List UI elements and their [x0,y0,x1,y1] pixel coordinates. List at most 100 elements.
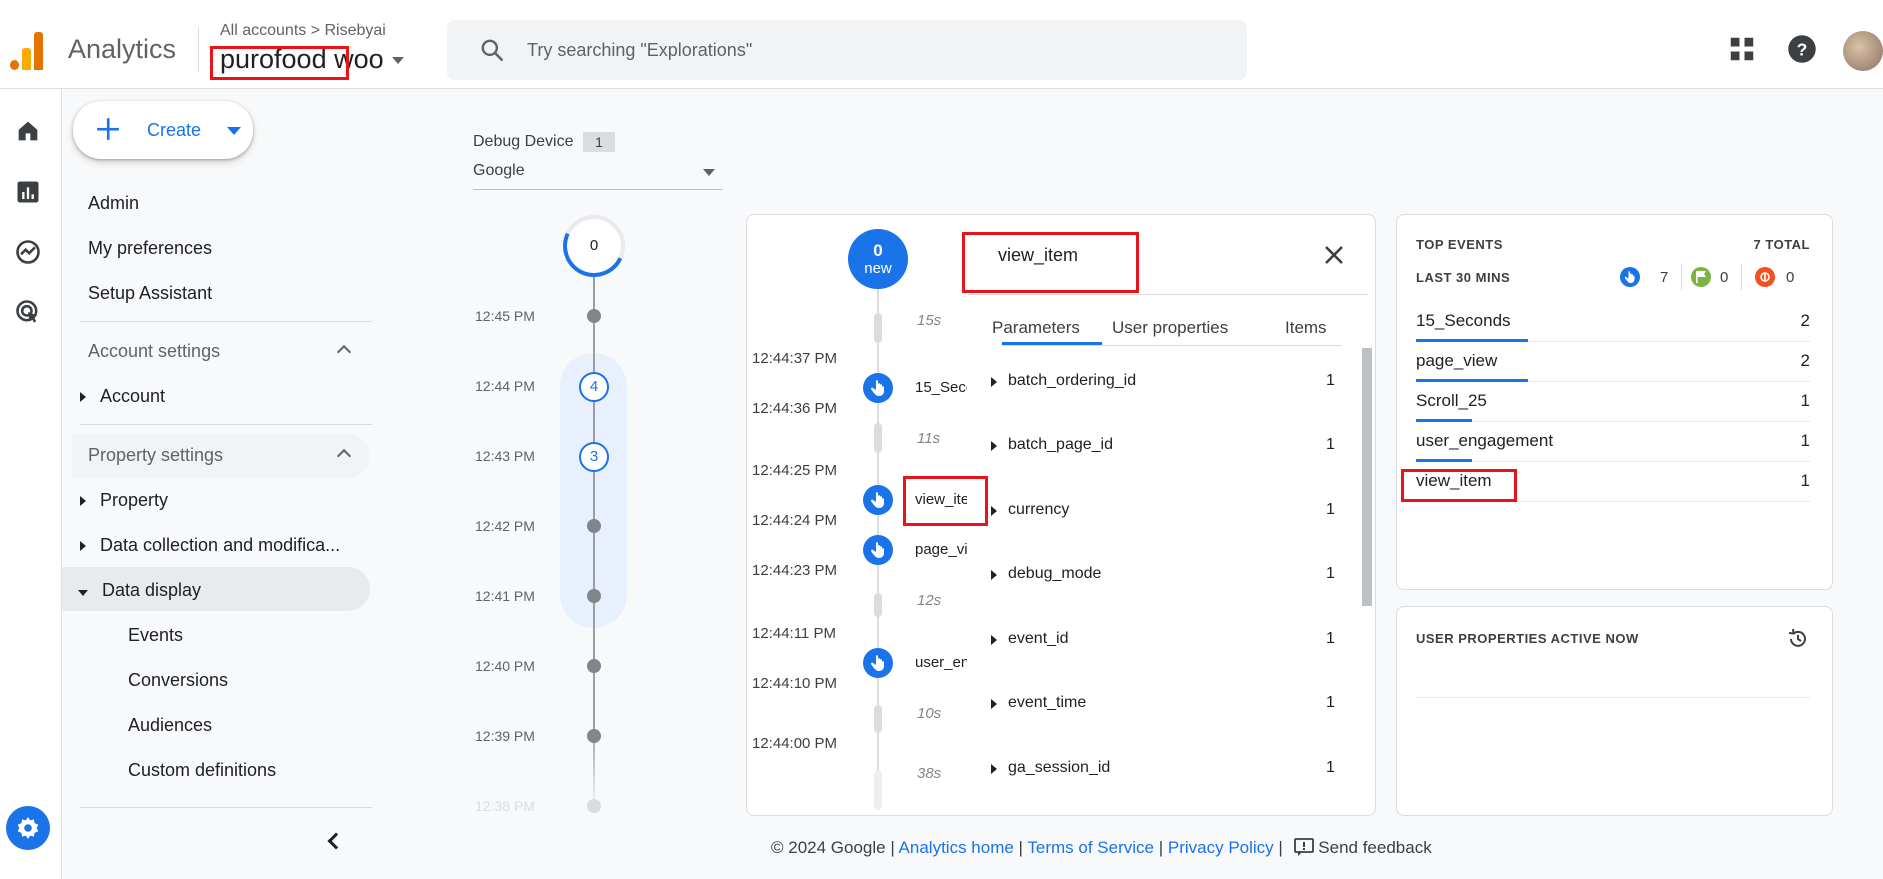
minute-dot[interactable] [587,659,601,673]
event-label[interactable]: user_engagement [915,654,967,671]
sidebar-item-my-preferences[interactable]: My preferences [88,238,212,259]
account-settings-header[interactable]: Account settings [88,341,220,362]
expand-icon [991,699,997,709]
scrollbar-thumb[interactable] [1362,348,1372,606]
minute-label: 12:44 PM [475,378,535,394]
param-row[interactable]: event_id 1 [985,626,1335,666]
property-name: purofood woo [220,44,384,74]
second-label: 12:44:25 PM [752,462,838,479]
minute-count-badge[interactable]: 4 [579,372,609,402]
sidebar-item-audiences[interactable]: Audiences [128,715,212,736]
close-icon[interactable] [1323,244,1345,266]
top-event-row[interactable]: view_item 1 [1416,462,1810,502]
home-icon[interactable] [14,117,42,145]
search-input[interactable]: Try searching "Explorations" [527,40,752,61]
minute-dot[interactable] [587,729,601,743]
minute-dot[interactable] [587,309,601,323]
collapse-sidebar-icon[interactable] [327,832,345,850]
top-event-row[interactable]: Scroll_25 1 [1416,382,1810,422]
admin-settings-button[interactable] [6,806,50,850]
minute-dot[interactable] [587,799,601,813]
param-row[interactable]: debug_mode 1 [985,561,1335,601]
sidebar-item-data-display[interactable]: Data display [78,580,201,601]
property-label: Property [100,490,169,510]
sidebar-item-account[interactable]: Account [80,386,165,407]
apps-grid-icon[interactable] [1727,34,1757,64]
top-event-count: 1 [1800,471,1810,490]
minute-dot[interactable] [587,519,601,533]
footer-link-privacy[interactable]: Privacy Policy [1168,838,1274,857]
tab-user-properties[interactable]: User properties [1112,318,1228,338]
analytics-logo-icon[interactable] [10,30,46,70]
new-events-counter[interactable]: 0 new [848,229,908,289]
minute-label: 12:43 PM [475,448,535,464]
debug-device-select[interactable]: Google [473,162,525,180]
event-node[interactable] [863,373,893,403]
event-label[interactable]: 15_Seconds [915,379,967,396]
touch-icon [871,655,884,671]
breadcrumb[interactable]: All accounts > Risebyai [220,22,386,40]
event-node[interactable] [863,535,893,565]
minute-label: 12:45 PM [475,308,535,324]
expand-icon [991,506,997,516]
advertising-icon[interactable] [14,298,42,326]
minute-count-badge[interactable]: 3 [579,442,609,472]
feedback-icon[interactable] [1293,838,1314,856]
sidebar-item-setup-assistant[interactable]: Setup Assistant [88,283,212,304]
param-row[interactable]: batch_page_id 1 [985,432,1335,472]
event-label[interactable]: page_view [915,541,967,558]
footer-link-terms[interactable]: Terms of Service [1027,838,1154,857]
search-bar[interactable]: Try searching "Explorations" [447,20,1247,80]
badge-divider [1741,264,1742,290]
history-icon[interactable] [1786,627,1810,651]
sidebar-item-property[interactable]: Property [80,490,168,511]
second-label: 12:44:11 PM [752,625,836,642]
duration-label: 15s [917,312,942,329]
second-label: 12:44:00 PM [752,735,838,752]
reports-icon[interactable] [14,178,42,206]
avatar[interactable] [1843,31,1883,71]
property-settings-header[interactable]: Property settings [88,445,223,466]
timeline-line [593,260,595,810]
sidebar-item-admin[interactable]: Admin [88,193,139,214]
minute-label: 12:39 PM [475,728,535,744]
event-node[interactable] [863,648,893,678]
sidebar-item-events[interactable]: Events [128,625,183,646]
explore-icon[interactable] [14,238,42,266]
footer-send-feedback[interactable]: Send feedback [1318,838,1431,857]
tab-parameters[interactable]: Parameters [992,318,1080,338]
top-event-row[interactable]: page_view 2 [1416,342,1810,382]
param-name: batch_ordering_id [1008,372,1137,389]
param-value: 1 [1326,501,1335,518]
gap-bar [874,593,882,617]
param-row[interactable]: ga_session_id 1 [985,755,1335,795]
param-row[interactable]: batch_ordering_id 1 [985,368,1335,408]
param-row[interactable]: currency 1 [985,497,1335,537]
duration-label: 38s [917,765,942,782]
sidebar-item-custom-definitions[interactable]: Custom definitions [128,760,276,781]
param-value: 1 [1326,694,1335,711]
top-event-name: view_item [1416,471,1492,490]
tab-items[interactable]: Items [1285,318,1327,338]
divider [1416,697,1810,698]
footer-link-analytics-home[interactable]: Analytics home [899,838,1014,857]
second-label: 12:44:24 PM [752,512,838,529]
create-button[interactable]: Create [73,101,253,159]
event-node[interactable] [863,485,893,515]
param-name: event_time [1008,694,1087,711]
param-row[interactable]: event_time 1 [985,690,1335,730]
event-label[interactable]: view_item [915,491,967,508]
sidebar-item-conversions[interactable]: Conversions [128,670,228,691]
param-name: batch_page_id [1008,436,1113,453]
chevron-up-icon[interactable] [336,344,352,360]
minute-dot[interactable] [587,589,601,603]
search-icon [481,39,504,62]
param-value: 1 [1326,436,1335,453]
top-event-row[interactable]: user_engagement 1 [1416,422,1810,462]
property-selector[interactable]: purofood woo [220,44,404,75]
top-event-row[interactable]: 15_Seconds 2 [1416,302,1810,342]
sidebar-item-data-collection[interactable]: Data collection and modifica... [80,535,340,556]
help-icon[interactable]: ? [1787,34,1817,64]
chevron-down-icon[interactable] [703,169,715,176]
gap-bar [874,423,882,453]
